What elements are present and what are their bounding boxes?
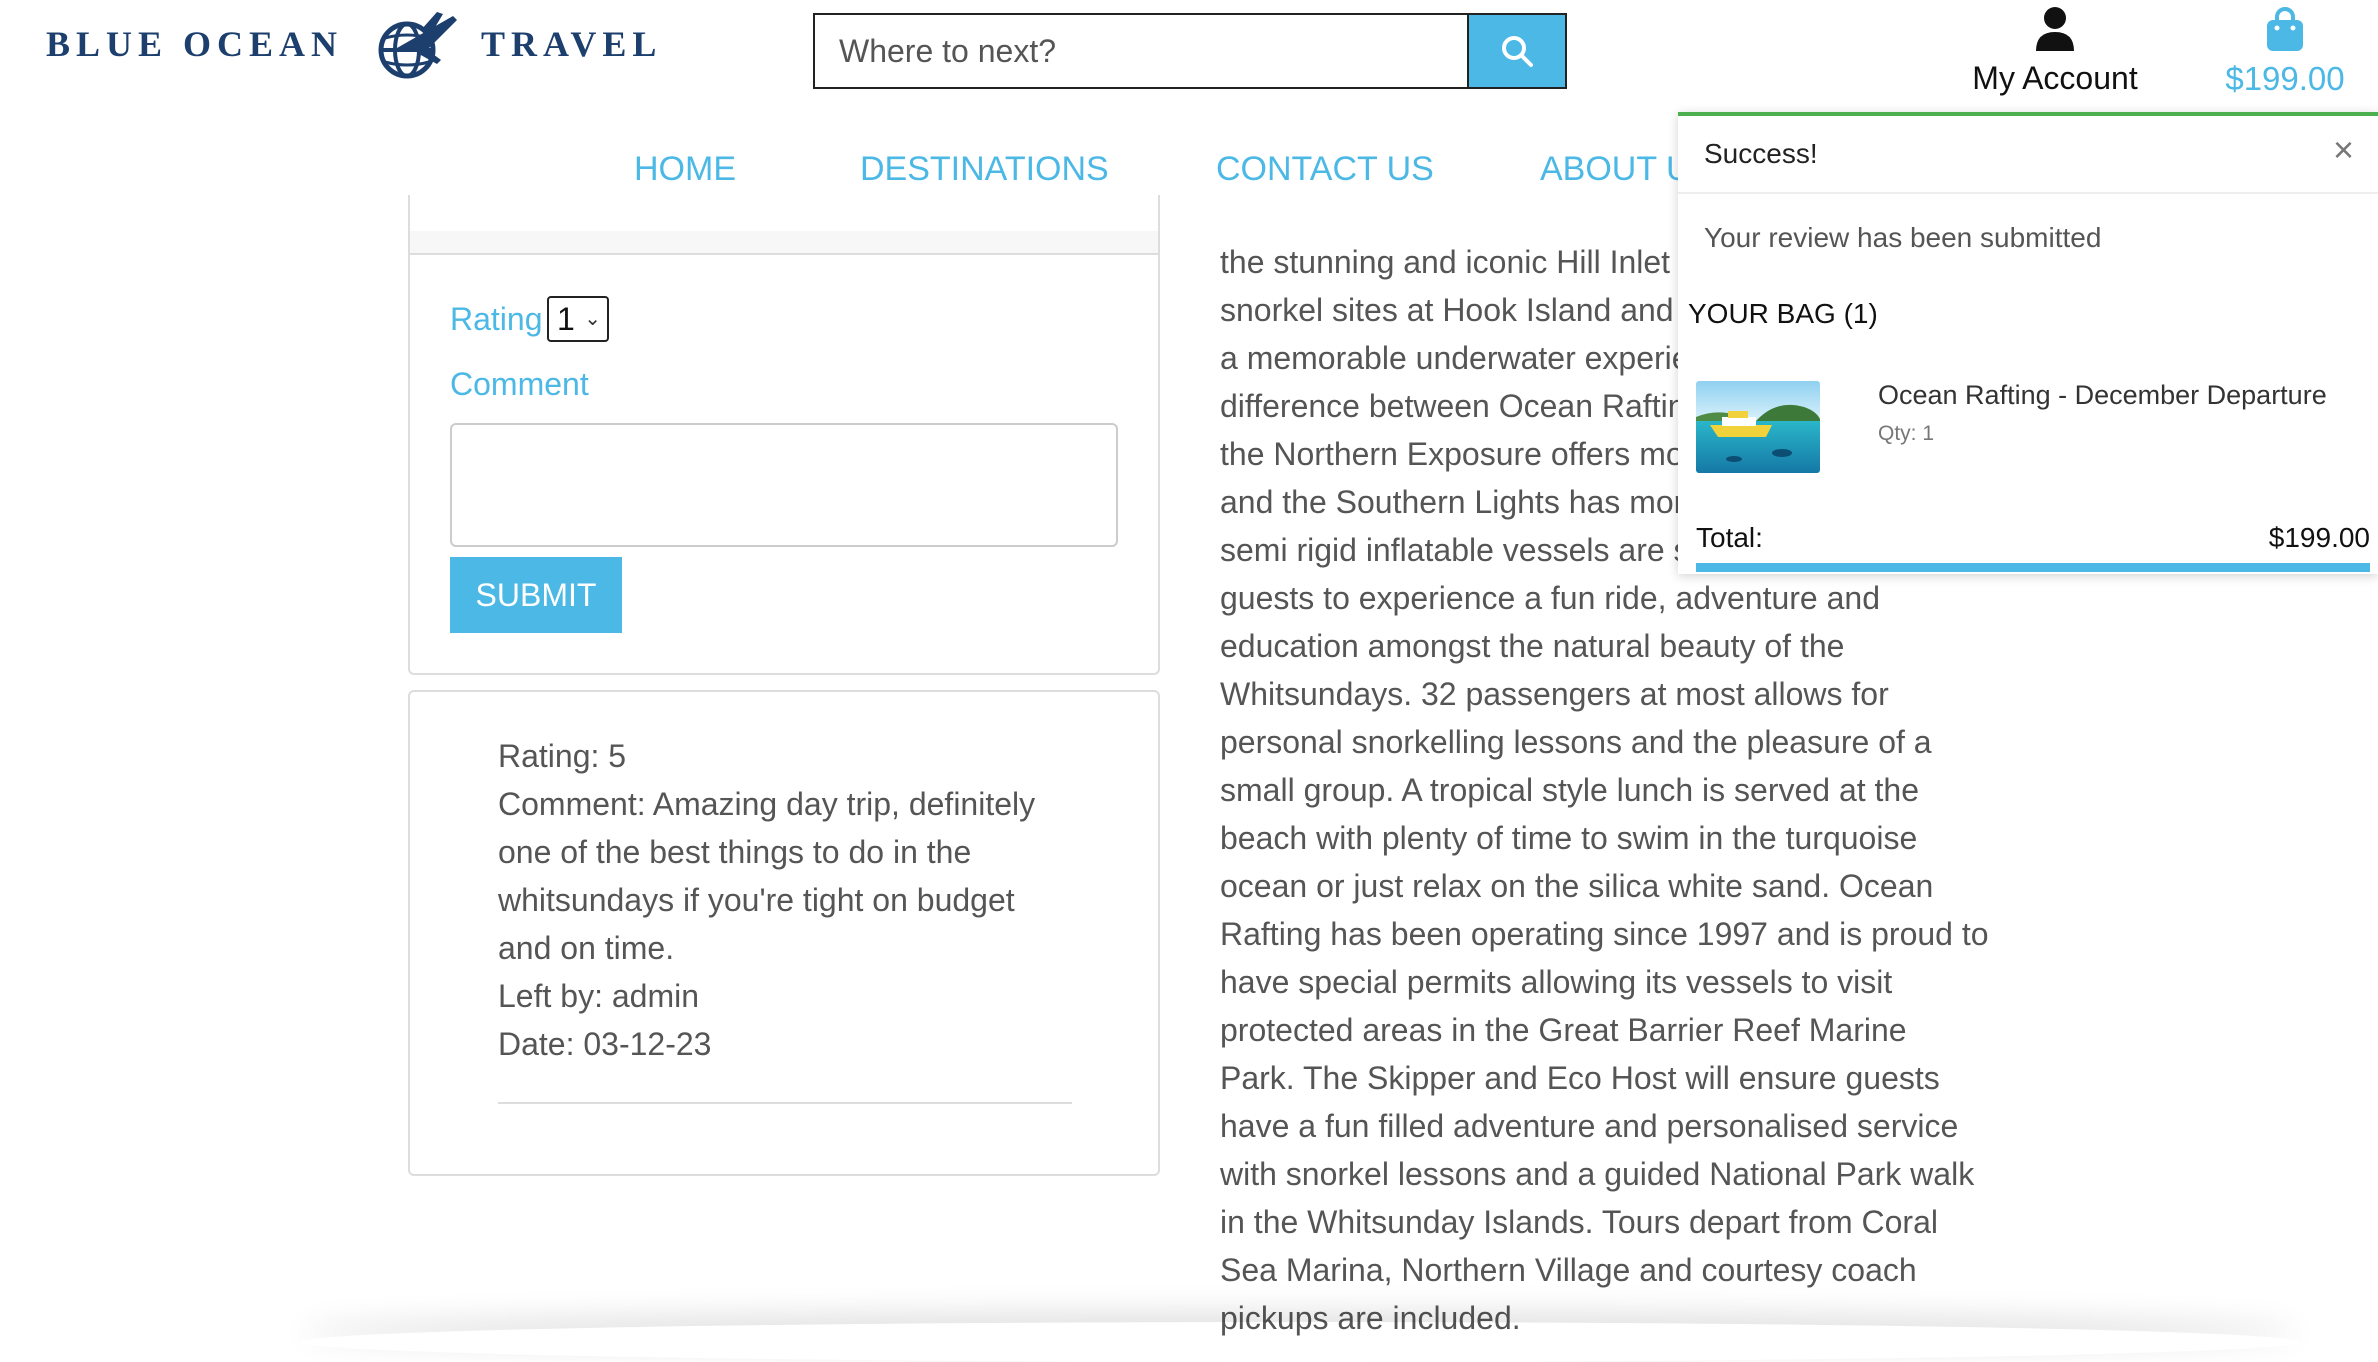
search-input[interactable] [815, 15, 1467, 87]
description-line: education amongst the natural beauty of … [1220, 628, 1845, 664]
bag-heading: YOUR BAG (1) [1688, 298, 1878, 329]
description-line: with snorkel lessons and a guided Nation… [1220, 1156, 1975, 1192]
review-divider [498, 1102, 1072, 1104]
chevron-down-icon: ⌄ [584, 308, 601, 330]
search-button[interactable] [1467, 15, 1565, 87]
description-line: have a fun filled adventure and personal… [1220, 1108, 1959, 1144]
description-line: Whitsundays. 32 passengers at most allow… [1220, 676, 1889, 712]
shopping-bag-link[interactable]: $199.00 [2215, 6, 2355, 98]
site-logo[interactable]: BLUE OCEAN TRAVEL [46, 10, 663, 79]
toast-message: Your review has been submitted [1704, 222, 2102, 253]
description-line: beach with plenty of time to swim in the… [1220, 820, 1918, 856]
review-left-by: Left by: admin [498, 978, 699, 1014]
review-form-card-header [410, 231, 1158, 255]
review-body: Rating: 5 Comment: Amazing day trip, def… [498, 732, 1088, 1068]
comment-label: Comment [450, 366, 589, 402]
success-toast: Success! × Your review has been submitte… [1678, 112, 2378, 574]
user-icon [2036, 7, 2074, 51]
product-thumbnail[interactable] [1696, 381, 1820, 473]
globe-plane-icon [378, 12, 458, 79]
my-account-link[interactable]: My Account [1960, 6, 2150, 97]
nav-contact-us[interactable]: CONTACT US [1216, 150, 1434, 189]
review-form-card: Rating 1 ⌄ Comment SUBMIT [408, 195, 1160, 675]
submit-button[interactable]: SUBMIT [450, 557, 622, 633]
logo-text-left: BLUE OCEAN [46, 24, 344, 64]
toast-header: Success! × [1678, 116, 2378, 194]
bag-total-label: Total: [1696, 522, 1763, 553]
rating-select[interactable]: 1 ⌄ [547, 296, 609, 342]
rating-select-value: 1 [557, 301, 575, 337]
review-comment-line: one of the best things to do in the [498, 834, 972, 870]
toast-progress-fill [1696, 563, 2370, 572]
description-line: have special permits allowing its vessel… [1220, 964, 1893, 1000]
review-comment-line: whitsundays if you're tight on budget [498, 882, 1015, 918]
review-rating: Rating: 5 [498, 738, 627, 774]
review-card: Rating: 5 Comment: Amazing day trip, def… [408, 690, 1160, 1176]
description-line: Rafting has been operating since 1997 an… [1220, 916, 1989, 952]
footer-shadow [300, 1322, 2300, 1362]
description-line: Park. The Skipper and Eco Host will ensu… [1220, 1060, 1940, 1096]
bag-item-name[interactable]: Ocean Rafting - December Departure [1878, 380, 2327, 411]
my-account-label: My Account [1972, 60, 2138, 96]
close-icon[interactable]: × [2333, 132, 2354, 168]
description-line: protected areas in the Great Barrier Ree… [1220, 1012, 1907, 1048]
search-bar [813, 13, 1567, 89]
bag-item-quantity: Qty: 1 [1878, 422, 1935, 445]
bag-total-value: $199.00 [2268, 522, 2370, 553]
rating-label: Rating [450, 301, 543, 337]
toast-title: Success! [1704, 138, 1818, 169]
nav-home[interactable]: HOME [634, 150, 736, 189]
description-line: ocean or just relax on the silica white … [1220, 868, 1934, 904]
description-line: guests to experience a fun ride, adventu… [1220, 580, 1880, 616]
comment-textarea[interactable] [450, 423, 1118, 547]
review-comment-line: and on time. [498, 930, 675, 966]
description-line: Sea Marina, Northern Village and courtes… [1220, 1252, 1917, 1288]
search-icon [1502, 36, 1533, 67]
description-line: small group. A tropical style lunch is s… [1220, 772, 1920, 808]
review-comment-line: Comment: Amazing day trip, definitely [498, 786, 1036, 822]
bag-total: $199.00 [2225, 60, 2345, 97]
logo-text-right: TRAVEL [481, 24, 663, 64]
review-date: Date: 03-12-23 [498, 1026, 712, 1062]
toast-progress-bar [1696, 563, 2370, 572]
shopping-bag-icon [2267, 7, 2303, 51]
nav-about-us[interactable]: ABOUT U [1540, 150, 1691, 189]
description-line: in the Whitsunday Islands. Tours depart … [1220, 1204, 1938, 1240]
nav-destinations[interactable]: DESTINATIONS [860, 150, 1109, 189]
description-line: personal snorkelling lessons and the ple… [1220, 724, 1932, 760]
main-nav: HOME DESTINATIONS CONTACT US ABOUT U [0, 150, 1700, 200]
